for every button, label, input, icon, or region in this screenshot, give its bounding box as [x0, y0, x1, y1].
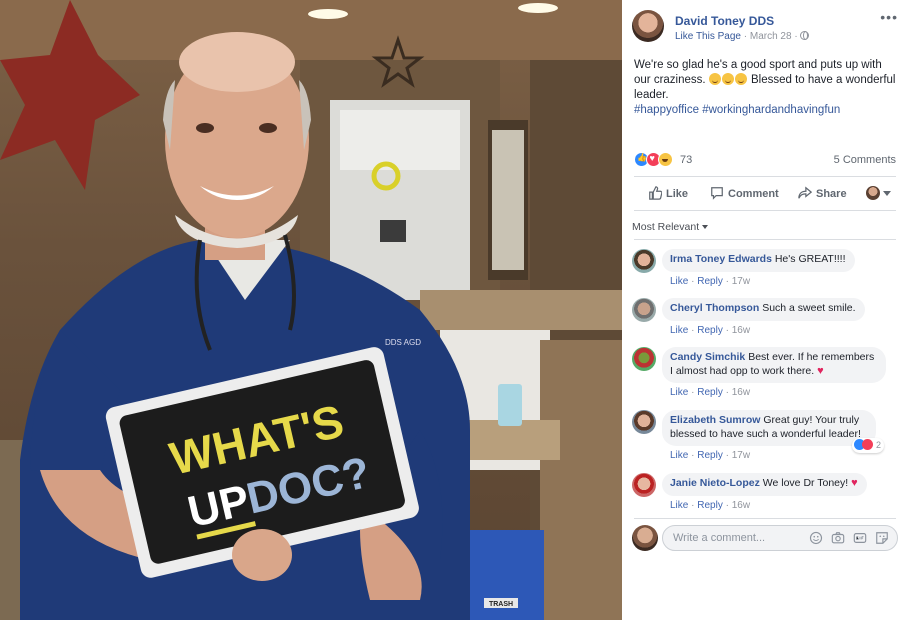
comment-like-link[interactable]: Like	[670, 325, 688, 336]
comment-icon	[711, 187, 723, 200]
comment-like-link[interactable]: Like	[670, 450, 688, 461]
comment-reply-link[interactable]: Reply	[697, 325, 723, 336]
reaction-count[interactable]: 73	[680, 154, 692, 166]
post-header: David Toney DDS Like This Page · March 2…	[632, 10, 898, 44]
comment-like-link[interactable]: Like	[670, 276, 688, 287]
comment-meta: Like · Reply · 17w	[670, 450, 751, 461]
chevron-down-icon	[702, 225, 709, 229]
post-actions: Like Comment Share	[634, 182, 896, 206]
viewer-avatar	[866, 186, 880, 200]
post-meta: Like This Page · March 28 ·	[675, 31, 810, 42]
comment-reply-link[interactable]: Reply	[697, 500, 723, 511]
commenter-name[interactable]: Cheryl Thompson	[670, 302, 759, 314]
share-button[interactable]: Share	[798, 182, 847, 206]
comment-bubble: Irma Toney Edwards He's GREAT!!!!	[662, 249, 855, 272]
comment-time[interactable]: 17w	[732, 276, 750, 287]
commenter-avatar[interactable]	[632, 410, 656, 434]
post-panel: David Toney DDS Like This Page · March 2…	[622, 0, 908, 620]
sticker-icon[interactable]	[875, 531, 889, 545]
meta-separator: ·	[743, 31, 748, 42]
composer-icons	[804, 531, 889, 548]
commenter-avatar[interactable]	[632, 473, 656, 497]
comment-bubble: Janie Nieto-Lopez We love Dr Toney! ♥	[662, 473, 867, 496]
comment-reply-link[interactable]: Reply	[697, 387, 723, 398]
comment-reaction-count: 2	[875, 439, 881, 450]
globe-icon	[800, 31, 810, 40]
comment-meta: Like · Reply · 17w	[670, 276, 751, 287]
post-photo[interactable]: TRASH DDS AGD WHAT'S UP DOC?	[0, 0, 622, 620]
thumbs-up-icon	[649, 186, 663, 200]
grinning-emoji-icon	[708, 73, 721, 85]
divider	[634, 176, 896, 177]
comment-meta: Like · Reply · 16w	[670, 387, 751, 398]
comment-input[interactable]: Write a comment...	[662, 525, 898, 551]
commenter-name[interactable]: Elizabeth Sumrow	[670, 414, 760, 426]
commenter-avatar[interactable]	[632, 298, 656, 322]
commenter-name[interactable]: Janie Nieto-Lopez	[670, 477, 760, 489]
comment-time[interactable]: 16w	[732, 500, 750, 511]
comment-composer: Write a comment...	[632, 524, 898, 552]
commenter-avatar[interactable]	[632, 347, 656, 371]
post-as-selector[interactable]	[866, 182, 891, 206]
comment-text: He's GREAT!!!!	[774, 253, 846, 265]
comment-time[interactable]: 16w	[732, 387, 750, 398]
comment-button[interactable]: Comment	[710, 182, 779, 206]
comment-like-link[interactable]: Like	[670, 387, 688, 398]
commenter-avatar[interactable]	[632, 249, 656, 273]
broken-heart-emoji-icon: ♥	[817, 364, 824, 377]
camera-icon[interactable]	[831, 531, 845, 545]
comment-like-link[interactable]: Like	[670, 500, 688, 511]
comment-bubble: Cheryl Thompson Such a sweet smile.	[662, 298, 865, 321]
comment-label: Comment	[728, 188, 779, 200]
chevron-down-icon	[883, 191, 891, 196]
viewer-avatar	[632, 525, 658, 551]
comment-bubble: Candy Simchik Best ever. If he remembers…	[662, 347, 886, 383]
divider	[634, 210, 896, 211]
post-date[interactable]: March 28	[750, 31, 792, 42]
emoji-icon[interactable]	[809, 531, 823, 545]
like-button[interactable]: Like	[648, 182, 688, 206]
trash-label: TRASH	[489, 601, 513, 608]
comment-reactions[interactable]: 2	[852, 437, 884, 453]
meta-separator-2: ·	[794, 31, 798, 42]
divider	[634, 518, 896, 519]
share-icon	[798, 186, 813, 199]
post-text: We're so glad he's a good sport and puts…	[634, 58, 896, 118]
like-page-link[interactable]: Like This Page	[675, 31, 741, 42]
gif-icon[interactable]	[853, 531, 867, 545]
photo-scene: TRASH DDS AGD WHAT'S UP DOC?	[0, 0, 622, 620]
reactions-summary[interactable]: 73 5 Comments	[634, 152, 896, 168]
comment-count[interactable]: 5 Comments	[834, 154, 896, 166]
comment-meta: Like · Reply · 16w	[670, 500, 751, 511]
grinning-emoji-icon	[734, 73, 747, 85]
comment-text: Such a sweet smile.	[762, 302, 856, 314]
commenter-name[interactable]: Candy Simchik	[670, 351, 745, 363]
comment-meta: Like · Reply · 16w	[670, 325, 751, 336]
red-heart-emoji-icon: ♥	[851, 477, 858, 489]
comment-text: We love Dr Toney!	[762, 477, 849, 489]
haha-reaction-icon	[658, 152, 673, 167]
comment-reply-link[interactable]: Reply	[697, 276, 723, 287]
comment-bubble: Elizabeth Sumrow Great guy! Your truly b…	[662, 410, 884, 453]
grinning-emoji-icon	[721, 73, 734, 85]
commenter-name[interactable]: Irma Toney Edwards	[670, 253, 772, 265]
like-label: Like	[666, 188, 689, 200]
post-hashtags[interactable]: #happyoffice #workinghardandhavingfun	[634, 104, 840, 116]
share-label: Share	[816, 188, 847, 200]
love-reaction-icon	[862, 438, 874, 450]
scrub-label: DDS AGD	[385, 338, 421, 347]
comment-time[interactable]: 16w	[732, 325, 750, 336]
more-options-button[interactable]: •••	[880, 10, 898, 24]
comment-sort-dropdown[interactable]: Most Relevant	[632, 221, 709, 233]
comment-input-placeholder: Write a comment...	[673, 532, 766, 544]
sort-label: Most Relevant	[632, 221, 700, 233]
divider	[634, 239, 896, 240]
author-name[interactable]: David Toney DDS	[675, 14, 774, 28]
comment-reply-link[interactable]: Reply	[697, 450, 723, 461]
comment-time[interactable]: 17w	[732, 450, 750, 461]
author-avatar[interactable]	[632, 10, 664, 42]
